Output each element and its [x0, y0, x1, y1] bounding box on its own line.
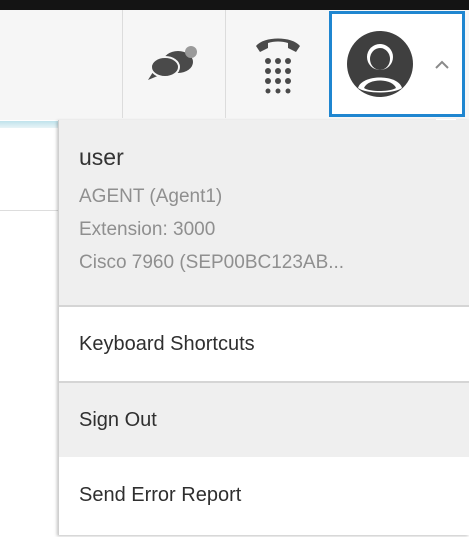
- top-strip: [0, 0, 469, 10]
- user-dropdown-menu: user AGENT (Agent1) Extension: 3000 Cisc…: [58, 119, 469, 535]
- app-screen: user AGENT (Agent1) Extension: 3000 Cisc…: [0, 0, 469, 537]
- user-name: user: [79, 144, 124, 170]
- keyboard-shortcuts-label: Keyboard Shortcuts: [79, 332, 255, 355]
- dialpad-phone-icon: [255, 38, 300, 94]
- sign-out-menu-item[interactable]: Sign Out: [59, 383, 469, 457]
- user-role: AGENT (Agent1): [79, 186, 223, 207]
- phone-dialpad-button[interactable]: [225, 10, 329, 118]
- user-avatar-icon: [347, 31, 413, 97]
- user-device: Cisco 7960 (SEP00BC123AB...: [79, 252, 345, 273]
- keyboard-shortcuts-menu-item[interactable]: Keyboard Shortcuts: [59, 307, 469, 383]
- sign-out-label: Sign Out: [79, 408, 157, 431]
- chevron-up-icon: [435, 60, 449, 69]
- send-error-report-label: Send Error Report: [79, 483, 242, 506]
- send-error-report-menu-item[interactable]: Send Error Report: [59, 457, 469, 533]
- content-accent-line: [0, 121, 60, 128]
- chat-bubbles-icon: [148, 46, 197, 80]
- content-divider: [0, 210, 60, 211]
- user-menu-button[interactable]: [329, 11, 465, 117]
- user-info-panel: user AGENT (Agent1) Extension: 3000 Cisc…: [59, 120, 469, 307]
- user-extension: Extension: 3000: [79, 219, 216, 240]
- chat-button[interactable]: [122, 10, 225, 118]
